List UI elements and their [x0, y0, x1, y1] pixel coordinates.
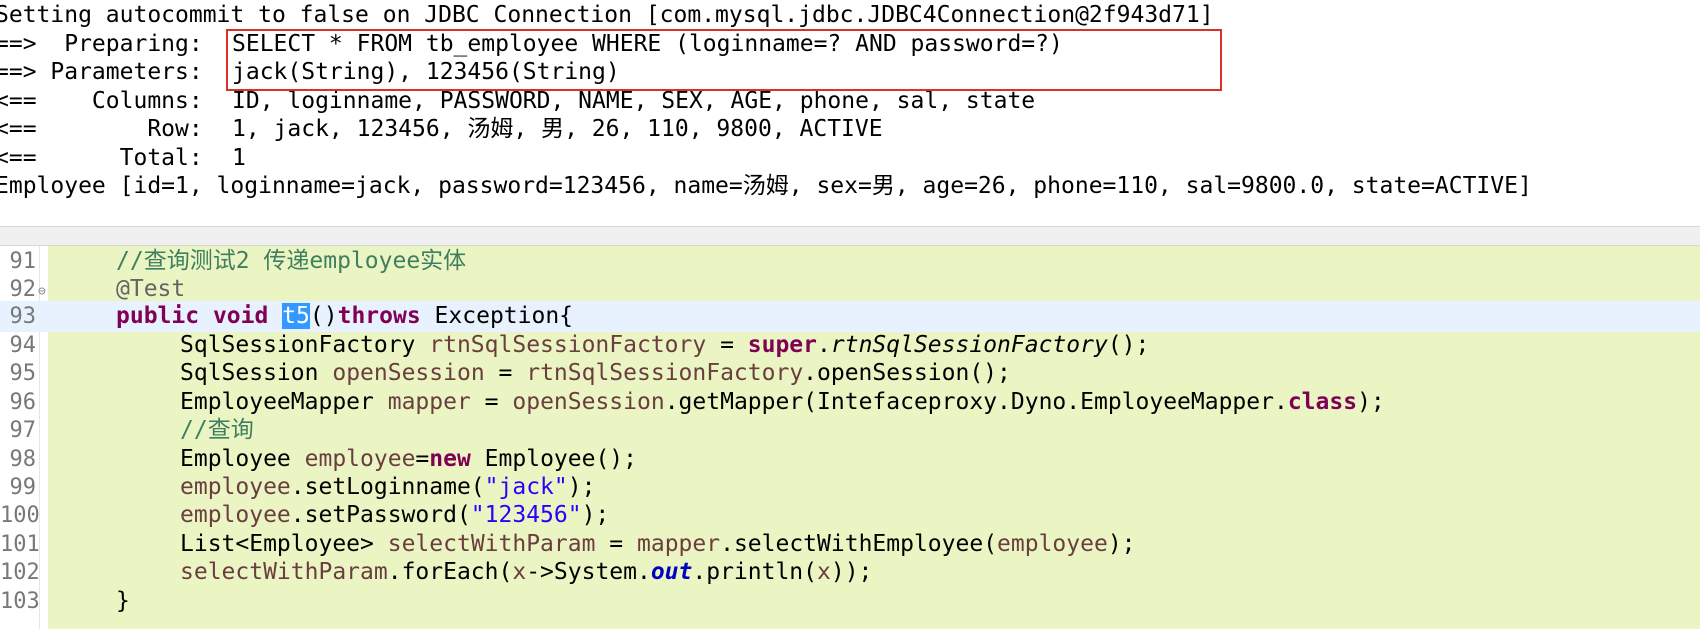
code-text: . [817, 332, 831, 358]
line-number: 101 [0, 532, 40, 557]
code-line-93-current[interactable]: 93 public void t5()throws Exception{ [0, 301, 1700, 332]
string-literal: "123456" [470, 502, 582, 528]
code-text: = [595, 531, 637, 557]
total-label: <== Total: [0, 145, 217, 171]
code-line-96[interactable]: 96 EmployeeMapper mapper = openSession.g… [0, 387, 1700, 418]
console-line-total: <== Total: 1 [0, 143, 246, 173]
line-number: 97 [9, 418, 37, 443]
code-line-102[interactable]: 102 selectWithParam.forEach(x->System.ou… [0, 557, 1700, 588]
code-line-91[interactable]: 91 //查询测试2 传递employee实体 [0, 246, 1700, 277]
local-variable: employee [180, 502, 291, 528]
keyword: new [429, 446, 471, 472]
code-text: .selectWithEmployee( [720, 531, 998, 557]
panel-divider[interactable] [0, 226, 1700, 246]
code-text: ); [1357, 389, 1385, 415]
row-label: <== Row: [0, 116, 217, 142]
local-variable: rtnSqlSessionFactory [526, 360, 804, 386]
code-line-101[interactable]: 101 List<Employee> selectWithParam = map… [0, 529, 1700, 560]
code-text: ); [581, 502, 610, 528]
code-text: ->System. [526, 559, 651, 585]
lambda-param: x [817, 559, 831, 585]
code-line-94[interactable]: 94 SqlSessionFactory rtnSqlSessionFactor… [0, 330, 1700, 361]
code-text: )); [830, 559, 873, 585]
line-number: 93 [9, 304, 37, 329]
type-name: SqlSession [180, 360, 319, 386]
type-name: Employee [180, 446, 291, 472]
lambda-param: x [512, 559, 527, 585]
keyword: class [1287, 389, 1358, 415]
code-text: Exception{ [420, 303, 574, 329]
code-text: .println( [692, 559, 817, 585]
type-name: SqlSessionFactory [180, 332, 416, 358]
line-number: 96 [9, 390, 37, 415]
keyword: void [212, 303, 269, 329]
annotation: @Test [116, 276, 186, 302]
local-variable: openSession [332, 360, 485, 386]
code-line-95[interactable]: 95 SqlSession openSession = rtnSqlSessio… [0, 358, 1700, 389]
code-text: .forEach( [387, 559, 513, 585]
static-field: out [650, 559, 693, 585]
keyword: throws [337, 303, 421, 329]
local-variable: mapper [637, 531, 721, 557]
console-line-autocommit: Setting autocommit to false on JDBC Conn… [0, 2, 1214, 28]
local-variable: selectWithParam [387, 531, 596, 557]
string-literal: "jack" [484, 474, 568, 500]
code-editor[interactable]: 91 //查询测试2 传递employee实体 92 ⊖ @Test 93 pu… [0, 246, 1700, 629]
local-variable: employee [180, 474, 291, 500]
code-line-99[interactable]: 99 employee.setLoginname("jack"); [0, 472, 1700, 503]
local-variable: employee [304, 446, 416, 472]
code-text: () [309, 303, 338, 329]
row-value: 1, jack, 123456, 汤姆, 男, 26, 110, 9800, A… [232, 116, 883, 142]
local-variable: rtnSqlSessionFactory [429, 332, 707, 358]
code-text: .openSession(); [803, 360, 1011, 386]
code-text: .getMapper(Intefaceproxy.Dyno.EmployeeMa… [664, 389, 1288, 415]
comment: //查询测试2 传递employee实体 [116, 248, 467, 274]
local-variable: selectWithParam [180, 559, 388, 585]
total-value: 1 [232, 145, 246, 171]
line-number: 100 [0, 503, 40, 528]
comment: //查询 [180, 417, 254, 443]
method-call: rtnSqlSessionFactory [830, 332, 1108, 358]
line-number: 91 [9, 249, 37, 274]
code-line-97[interactable]: 97 //查询 [0, 415, 1700, 446]
code-line-100[interactable]: 100 employee.setPassword("123456"); [0, 500, 1700, 531]
parameters-label: ==> Parameters: [0, 59, 217, 85]
code-text: ); [567, 474, 596, 500]
code-text: = [706, 332, 748, 358]
type-name: List<Employee> [180, 531, 374, 557]
code-text: } [116, 588, 130, 614]
local-variable: mapper [387, 389, 471, 415]
code-text: (); [1107, 332, 1150, 358]
keyword: public [116, 303, 200, 329]
code-text: = [415, 446, 430, 472]
code-line-103[interactable]: 103 } [0, 586, 1700, 617]
type-name: EmployeeMapper [180, 389, 374, 415]
sql-highlight-box [226, 29, 1222, 91]
code-text: = [484, 360, 527, 386]
code-line-98[interactable]: 98 Employee employee=new Employee(); [0, 444, 1700, 475]
selected-method-name[interactable]: t5 [282, 303, 310, 329]
code-text: .setLoginname( [290, 474, 485, 500]
line-number: 103 [0, 589, 40, 614]
columns-label: <== Columns: [0, 88, 217, 114]
line-number: 94 [9, 333, 37, 358]
console-line-row: <== Row: 1, jack, 123456, 汤姆, 男, 26, 110… [0, 114, 883, 144]
line-number: 99 [9, 475, 37, 500]
preparing-label: ==> Preparing: [0, 31, 217, 57]
local-variable: employee [997, 531, 1108, 557]
line-number: 98 [9, 447, 37, 472]
local-variable: openSession [512, 389, 665, 415]
code-text: Employee(); [470, 446, 637, 472]
code-text: .setPassword( [290, 502, 471, 528]
line-number: 95 [9, 361, 37, 386]
columns-value: ID, loginname, PASSWORD, NAME, SEX, AGE,… [232, 88, 1036, 114]
keyword: super [747, 332, 818, 358]
console-line-result: Employee [id=1, loginname=jack, password… [0, 173, 1532, 199]
console-output: Setting autocommit to false on JDBC Conn… [0, 0, 1700, 226]
code-text: = [470, 389, 513, 415]
line-number: 102 [0, 560, 40, 585]
code-text: ); [1107, 531, 1136, 557]
